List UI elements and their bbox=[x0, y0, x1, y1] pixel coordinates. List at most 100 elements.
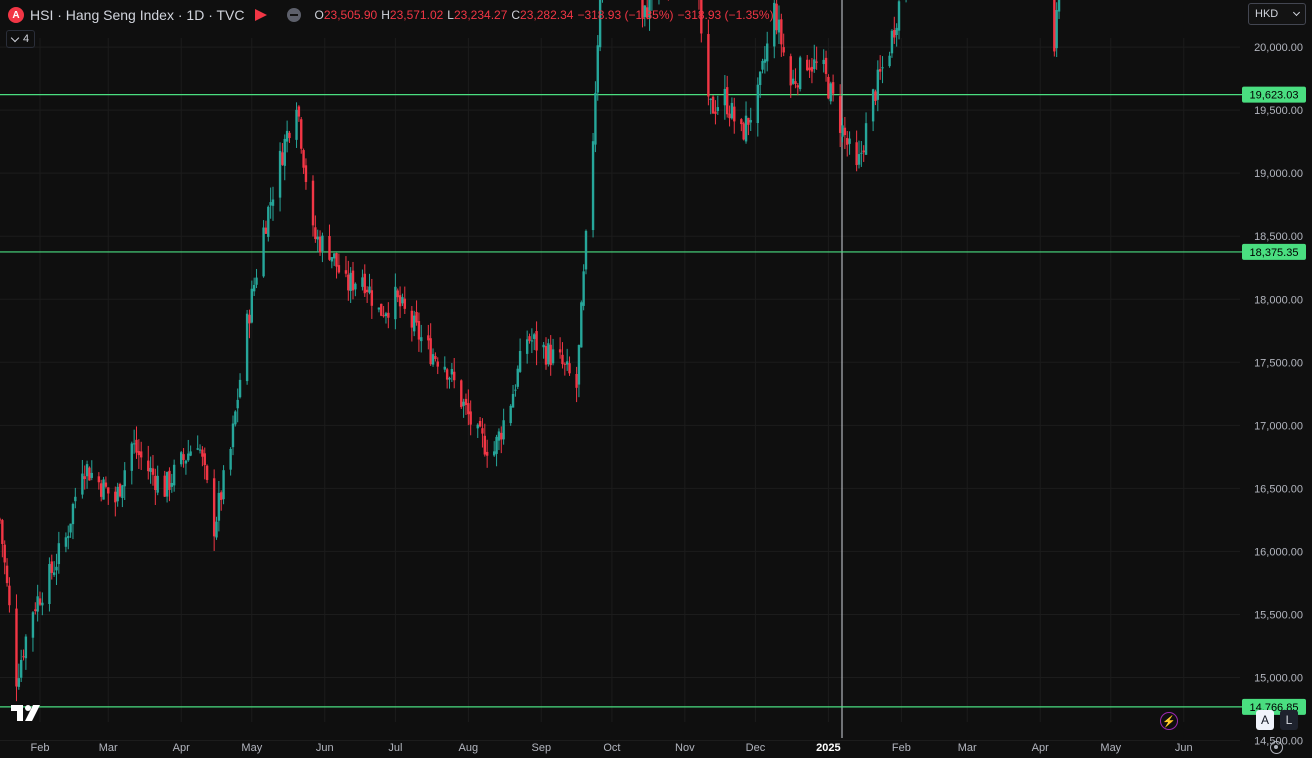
currency-label: HKD bbox=[1255, 8, 1279, 20]
candle-body bbox=[123, 470, 126, 487]
candle-body bbox=[332, 253, 336, 259]
candle-body bbox=[97, 476, 101, 483]
candle-body bbox=[846, 138, 849, 145]
collapse-icon[interactable] bbox=[286, 8, 301, 22]
candle-body bbox=[420, 337, 423, 342]
log-scale-button[interactable]: L bbox=[1280, 710, 1298, 730]
candle-body bbox=[337, 265, 341, 273]
candle-body bbox=[34, 609, 37, 611]
candle-body bbox=[450, 369, 454, 375]
candle-body bbox=[483, 435, 487, 455]
candle-body bbox=[730, 102, 734, 119]
candle-body bbox=[568, 363, 571, 374]
level-label: 19,623.03 bbox=[1250, 90, 1299, 102]
candle-body bbox=[121, 485, 124, 498]
candle-body bbox=[580, 302, 583, 348]
x-tick-label: Jul bbox=[388, 742, 402, 754]
candle-body bbox=[281, 152, 284, 165]
candle-body bbox=[354, 283, 357, 290]
gear-icon[interactable] bbox=[1270, 741, 1283, 754]
candle-body bbox=[318, 236, 322, 253]
candle-body bbox=[222, 470, 225, 500]
x-tick-label: Apr bbox=[1032, 742, 1049, 754]
indicators-toggle[interactable]: 4 bbox=[6, 30, 36, 48]
candle-body bbox=[347, 274, 350, 291]
candle-body bbox=[48, 564, 51, 605]
symbol-logo-icon: A bbox=[8, 7, 24, 23]
candle-body bbox=[252, 284, 256, 292]
candle-body bbox=[890, 30, 894, 54]
candle-body bbox=[196, 448, 199, 450]
tradingview-logo-icon[interactable] bbox=[11, 704, 41, 722]
candle-body bbox=[716, 107, 719, 111]
candle-body bbox=[469, 411, 472, 425]
candle-body bbox=[481, 428, 484, 434]
candle-body bbox=[806, 59, 809, 71]
candle-body bbox=[518, 350, 522, 372]
candle-body bbox=[401, 297, 404, 304]
candle-body bbox=[453, 371, 456, 381]
x-tick-label: Feb bbox=[892, 742, 911, 754]
candle-body bbox=[184, 460, 188, 464]
candle-body bbox=[170, 482, 173, 487]
candle-body bbox=[198, 449, 202, 451]
candle-body bbox=[897, 1, 901, 31]
candle-body bbox=[542, 344, 545, 348]
x-tick-label: May bbox=[1100, 742, 1121, 754]
price-chart[interactable]: 24,847.7419,623.0318,375.3514,766.8523,2… bbox=[0, 0, 1312, 758]
candle-body bbox=[780, 19, 783, 45]
open-value: 23,505.90 bbox=[323, 8, 378, 22]
candle-body bbox=[403, 298, 406, 309]
candle-body bbox=[297, 106, 301, 117]
y-tick-label: 20,000.00 bbox=[1254, 42, 1303, 54]
candle-body bbox=[582, 271, 585, 306]
flag-icon[interactable] bbox=[254, 9, 267, 21]
candle-body bbox=[551, 349, 555, 364]
candle-body bbox=[283, 138, 286, 166]
lightning-icon[interactable]: ⚡ bbox=[1160, 712, 1178, 730]
auto-scale-button[interactable]: A bbox=[1256, 710, 1274, 730]
candle-body bbox=[114, 491, 117, 503]
candle-body bbox=[67, 535, 70, 539]
candle-body bbox=[749, 120, 752, 123]
candle-body bbox=[857, 154, 861, 165]
candle-body bbox=[775, 3, 778, 31]
candle-body bbox=[349, 272, 352, 292]
candle-body bbox=[445, 369, 449, 380]
close-value: 23,282.34 bbox=[520, 8, 574, 22]
candle-body bbox=[24, 636, 28, 659]
change-value: −318.93 (−1.35%) bbox=[577, 8, 674, 22]
candle-body bbox=[577, 345, 581, 385]
candle-body bbox=[262, 227, 265, 277]
candle-body bbox=[85, 464, 89, 477]
candle-body bbox=[22, 656, 25, 658]
candle-body bbox=[544, 345, 548, 365]
low-key: L bbox=[447, 8, 454, 22]
candle-body bbox=[584, 230, 588, 270]
candle-body bbox=[789, 56, 792, 86]
candle-body bbox=[761, 60, 764, 70]
candle-body bbox=[245, 313, 249, 382]
candle-body bbox=[709, 98, 712, 101]
candle-body bbox=[387, 312, 390, 318]
candle-body bbox=[1057, 0, 1061, 12]
y-tick-label: 16,000.00 bbox=[1254, 546, 1303, 558]
y-tick-label: 16,500.00 bbox=[1254, 483, 1303, 495]
candle-body bbox=[151, 468, 155, 475]
candle-body bbox=[398, 295, 402, 307]
candle-body bbox=[118, 483, 122, 497]
candle-body bbox=[838, 96, 842, 133]
x-tick-label: Aug bbox=[459, 742, 479, 754]
candle-body bbox=[314, 227, 317, 239]
x-tick-label: Nov bbox=[675, 742, 695, 754]
candle-body bbox=[116, 486, 119, 502]
candle-body bbox=[756, 84, 759, 124]
candle-body bbox=[714, 111, 717, 114]
currency-select[interactable]: HKD bbox=[1248, 3, 1306, 25]
symbol-title[interactable]: HSI · Hang Seng Index · 1D · TVC bbox=[30, 7, 245, 23]
candle-body bbox=[71, 504, 75, 525]
candle-body bbox=[31, 612, 35, 638]
x-tick-label: Jun bbox=[1175, 742, 1193, 754]
candle-body bbox=[549, 344, 552, 366]
candle-body bbox=[50, 561, 53, 573]
